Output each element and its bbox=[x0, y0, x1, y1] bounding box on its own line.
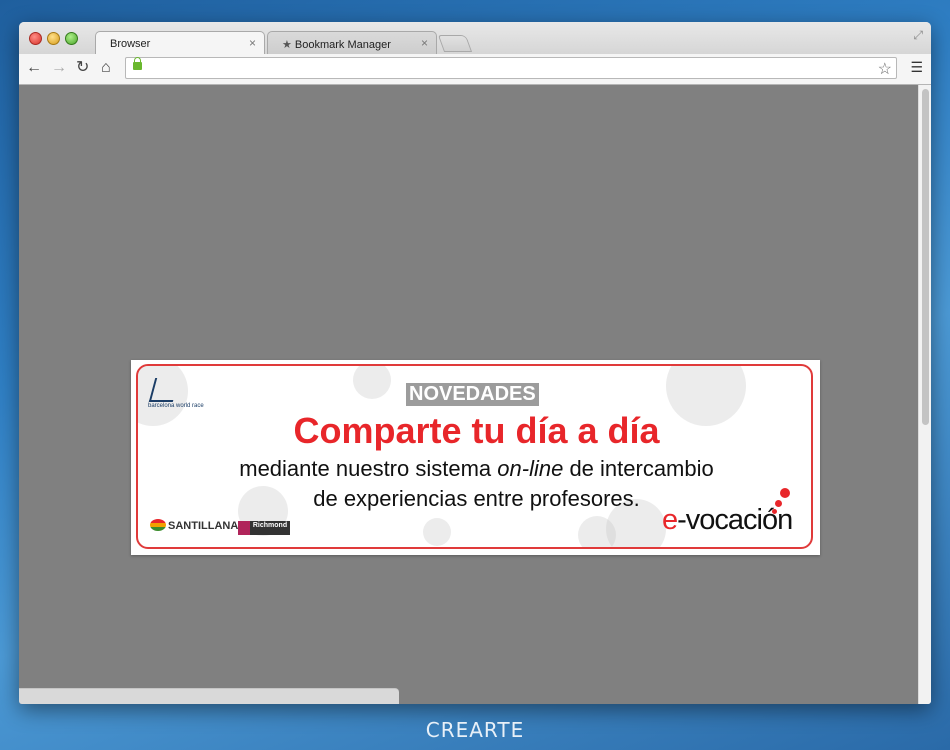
toolbar: ← → ↻ ⌂ ☆ ☰ bbox=[19, 54, 931, 85]
tab-label: Browser bbox=[110, 38, 151, 50]
tab-browser[interactable]: Browser × bbox=[95, 31, 265, 54]
novedades-badge: NOVEDADES bbox=[406, 383, 539, 406]
lock-icon bbox=[133, 57, 142, 70]
forward-icon[interactable]: → bbox=[51, 58, 67, 78]
tab-bookmark-manager[interactable]: ★ Bookmark Manager × bbox=[267, 31, 437, 54]
minimize-window-button[interactable] bbox=[47, 32, 60, 45]
sail-icon bbox=[148, 378, 180, 402]
close-window-button[interactable] bbox=[29, 32, 42, 45]
page-content: barcelona world race NOVEDADES Comparte … bbox=[19, 85, 918, 704]
logo-dot bbox=[780, 488, 790, 498]
close-tab-icon[interactable]: × bbox=[421, 36, 428, 50]
home-icon[interactable]: ⌂ bbox=[101, 58, 111, 78]
logo-dot bbox=[772, 509, 777, 514]
logo-dot bbox=[775, 500, 782, 507]
fullscreen-icon[interactable]: ⤢ bbox=[913, 28, 923, 43]
browser-window: Browser × ★ Bookmark Manager × ⤢ ← → ↻ ⌂ … bbox=[19, 22, 931, 704]
santillana-logo: SANTILLANA bbox=[150, 519, 238, 532]
new-tab-button[interactable] bbox=[437, 35, 473, 52]
banner-subline-1: mediante nuestro sistema on-line de inte… bbox=[239, 456, 714, 481]
watermark: CREARTE bbox=[425, 718, 525, 742]
banner[interactable]: barcelona world race NOVEDADES Comparte … bbox=[131, 360, 820, 555]
bookmark-star-icon[interactable]: ☆ bbox=[878, 59, 892, 79]
tab-label: Bookmark Manager bbox=[294, 39, 391, 51]
richmond-logo: Richmond bbox=[238, 521, 290, 535]
banner-frame: barcelona world race NOVEDADES Comparte … bbox=[136, 364, 813, 549]
banner-headline: Comparte tu día a día bbox=[293, 410, 660, 451]
reload-icon[interactable]: ↻ bbox=[76, 58, 89, 78]
close-tab-icon[interactable]: × bbox=[249, 36, 256, 50]
santillana-icon bbox=[150, 519, 166, 531]
title-bar: Browser × ★ Bookmark Manager × ⤢ bbox=[19, 22, 931, 54]
barcelona-world-race-logo: barcelona world race bbox=[148, 378, 204, 412]
back-icon[interactable]: ← bbox=[26, 58, 42, 78]
decor-bubble bbox=[353, 366, 391, 399]
decor-bubble bbox=[423, 518, 451, 546]
address-bar[interactable]: ☆ bbox=[125, 57, 897, 79]
star-icon: ★ bbox=[282, 39, 292, 51]
vertical-scrollbar[interactable] bbox=[918, 85, 931, 704]
decor-bubble bbox=[578, 516, 616, 547]
menu-icon[interactable]: ☰ bbox=[910, 59, 923, 76]
scrollbar-thumb[interactable] bbox=[922, 89, 929, 425]
status-bar bbox=[19, 688, 399, 704]
zoom-window-button[interactable] bbox=[65, 32, 78, 45]
richmond-icon bbox=[238, 521, 250, 535]
